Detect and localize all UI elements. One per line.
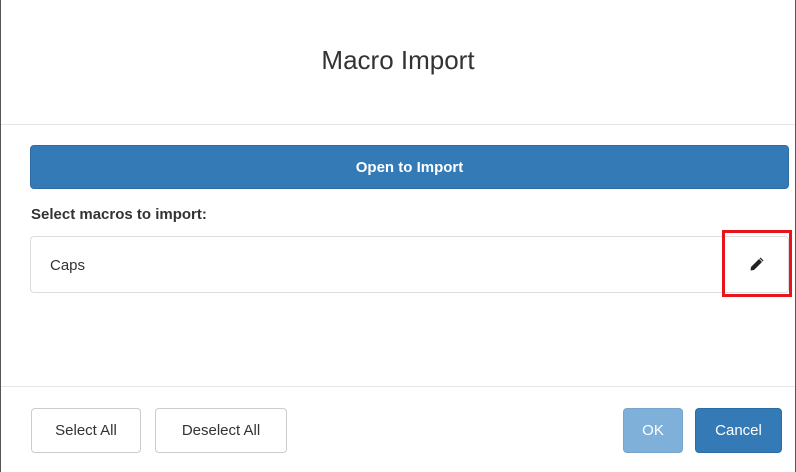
ok-button[interactable]: OK	[623, 408, 683, 453]
dialog-footer: Select All Deselect All OK Cancel	[1, 386, 795, 472]
open-to-import-button[interactable]: Open to Import	[30, 145, 789, 189]
pencil-icon	[750, 257, 764, 270]
select-all-button[interactable]: Select All	[31, 408, 141, 453]
macro-import-dialog: Macro Import Open to Import Select macro…	[0, 0, 796, 472]
deselect-all-button[interactable]: Deselect All	[155, 408, 287, 453]
list-item[interactable]: Caps	[31, 237, 788, 292]
dialog-header: Macro Import	[1, 0, 795, 125]
macro-list: Caps	[30, 236, 789, 293]
edit-macro-button[interactable]	[722, 230, 792, 297]
macro-name: Caps	[50, 257, 86, 274]
cancel-button[interactable]: Cancel	[695, 408, 782, 453]
select-macros-label: Select macros to import:	[31, 206, 207, 223]
dialog-title: Macro Import	[321, 44, 475, 75]
